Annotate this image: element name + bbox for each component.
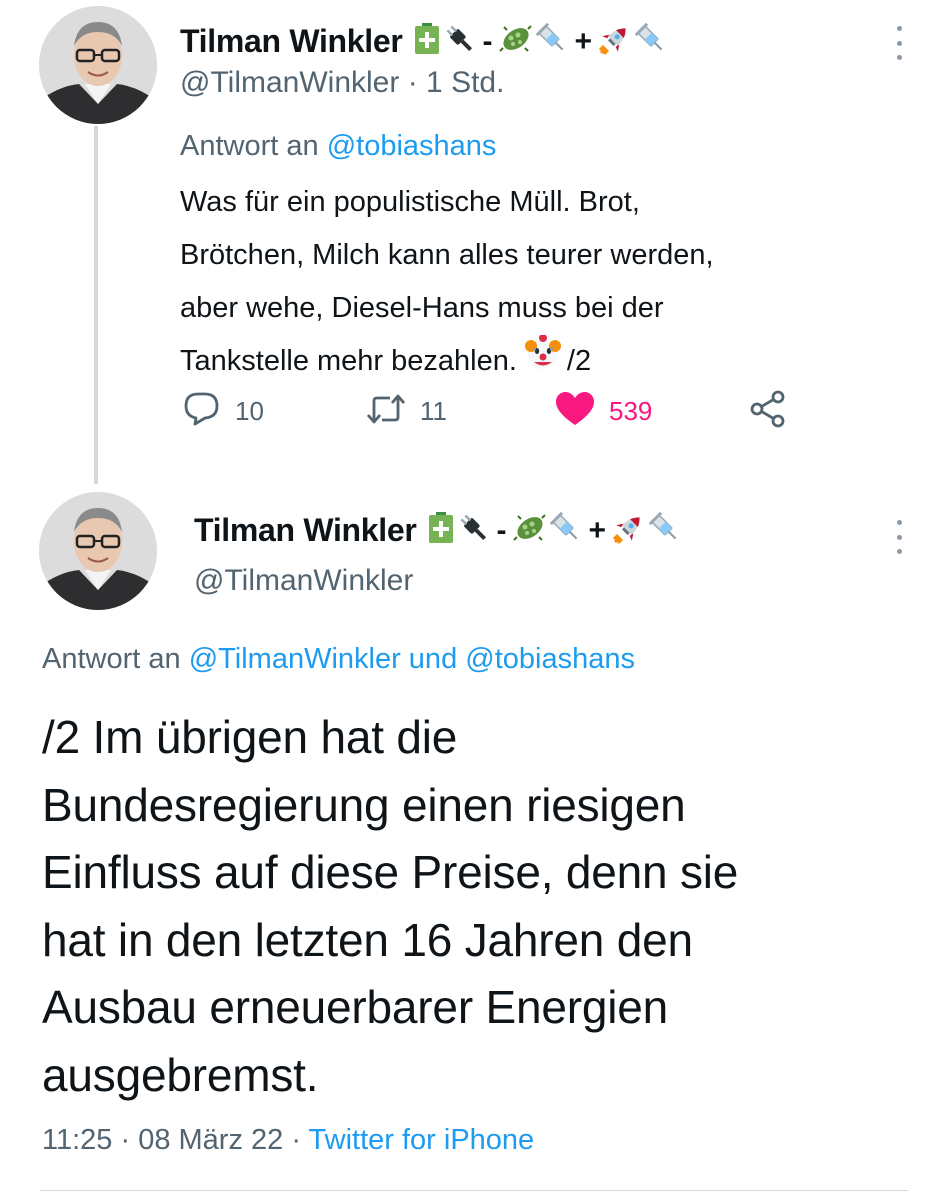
reply-context: Antwort an @tobiashans [180,130,496,163]
reply-target-link[interactable]: @tobiashans [327,130,497,162]
author-row: Tilman Winkler - + [180,22,668,61]
avatar[interactable] [39,6,157,124]
plug-icon [443,22,477,61]
tweet-time[interactable]: · 1 Std. [408,66,505,99]
reply-button[interactable]: 10 [183,386,264,436]
virus-icon [498,22,533,61]
badge-separator: + [588,513,607,547]
tweet-text-line: hat in den letzten 16 Jahren den [42,913,693,966]
badge-separator: - [482,24,493,58]
tweet-timestamp[interactable]: 11:25 · 08 März 22 · [42,1124,301,1156]
tweet-text-line: /2 Im übrigen hat die [42,711,458,763]
tweet-text-line: Brötchen, Milch kann alles teurer werden… [180,239,714,271]
retweet-count: 11 [420,395,447,426]
share-button[interactable] [748,386,788,436]
tweet-metadata: 11:25 · 08 März 22 · Twitter for iPhone [42,1124,534,1157]
author-handle-row: @TilmanWinkler · 1 Std. [180,66,504,100]
tweet-text-line-part: Tankstelle mehr bezahlen. [180,345,517,377]
reply-prefix: Antwort an [42,643,181,675]
reply-prefix: Antwort an [180,130,319,162]
syringe-icon [549,511,583,550]
syringe-icon [535,22,569,61]
tweet-text-line-part: /2 [566,345,592,377]
author-handle[interactable]: @TilmanWinkler [180,66,399,99]
share-icon [748,390,788,433]
reply-count: 10 [235,395,264,426]
tweet-text-line: Ausbau erneuerbarer Energien [42,981,669,1033]
retweet-button[interactable]: 11 [366,386,447,436]
tweet-text-line: Was für ein populistische Müll. Brot, [180,186,640,218]
battery-icon [427,512,455,549]
thread-line [94,126,98,484]
like-button[interactable]: 539 [555,386,652,436]
avatar[interactable] [39,492,157,610]
tweet-text-line: ausgebremst. [42,1048,319,1101]
tweet-text-line: Bundesregierung einen riesigen [42,778,686,831]
clown-face-icon [524,334,561,389]
divider [40,1190,908,1191]
tweet-text-line: Einfluss auf diese Preise, denn sie [42,846,739,898]
name-badges: - + [427,511,683,550]
battery-icon [413,23,441,60]
name-badges: - + [413,22,669,61]
tweet-actions: 10 11 539 [183,386,803,436]
more-options-button[interactable] [893,26,905,60]
author-name[interactable]: Tilman Winkler [180,23,403,60]
rocket-icon [598,22,632,61]
plug-icon [457,511,491,550]
badge-separator: - [496,513,507,547]
tweet-text-line: Tankstelle mehr bezahlen. /2 [180,334,880,389]
tweet-source-link[interactable]: Twitter for iPhone [309,1124,535,1156]
syringe-icon [634,22,668,61]
reply-icon [183,391,221,432]
like-count: 539 [609,395,653,426]
syringe-icon [648,511,682,550]
author-name[interactable]: Tilman Winkler [194,512,417,549]
more-options-button[interactable] [893,520,905,554]
reply-target-link[interactable]: @TilmanWinkler und @tobiashans [189,643,635,675]
reply-context: Antwort an @TilmanWinkler und @tobiashan… [42,643,635,676]
retweet-icon [366,393,406,430]
tweet-text: /2 Im übrigen hat die Bundesregierung ei… [42,704,922,1109]
tweet-text-line: aber wehe, Diesel-Hans muss bei der [180,292,664,324]
author-handle[interactable]: @TilmanWinkler [194,564,413,598]
heart-icon [555,391,595,432]
rocket-icon [612,511,646,550]
tweet-text: Was für ein populistische Müll. Brot, Br… [180,176,880,389]
virus-icon [512,511,547,550]
author-row: Tilman Winkler - + [194,511,682,550]
badge-separator: + [574,24,593,58]
